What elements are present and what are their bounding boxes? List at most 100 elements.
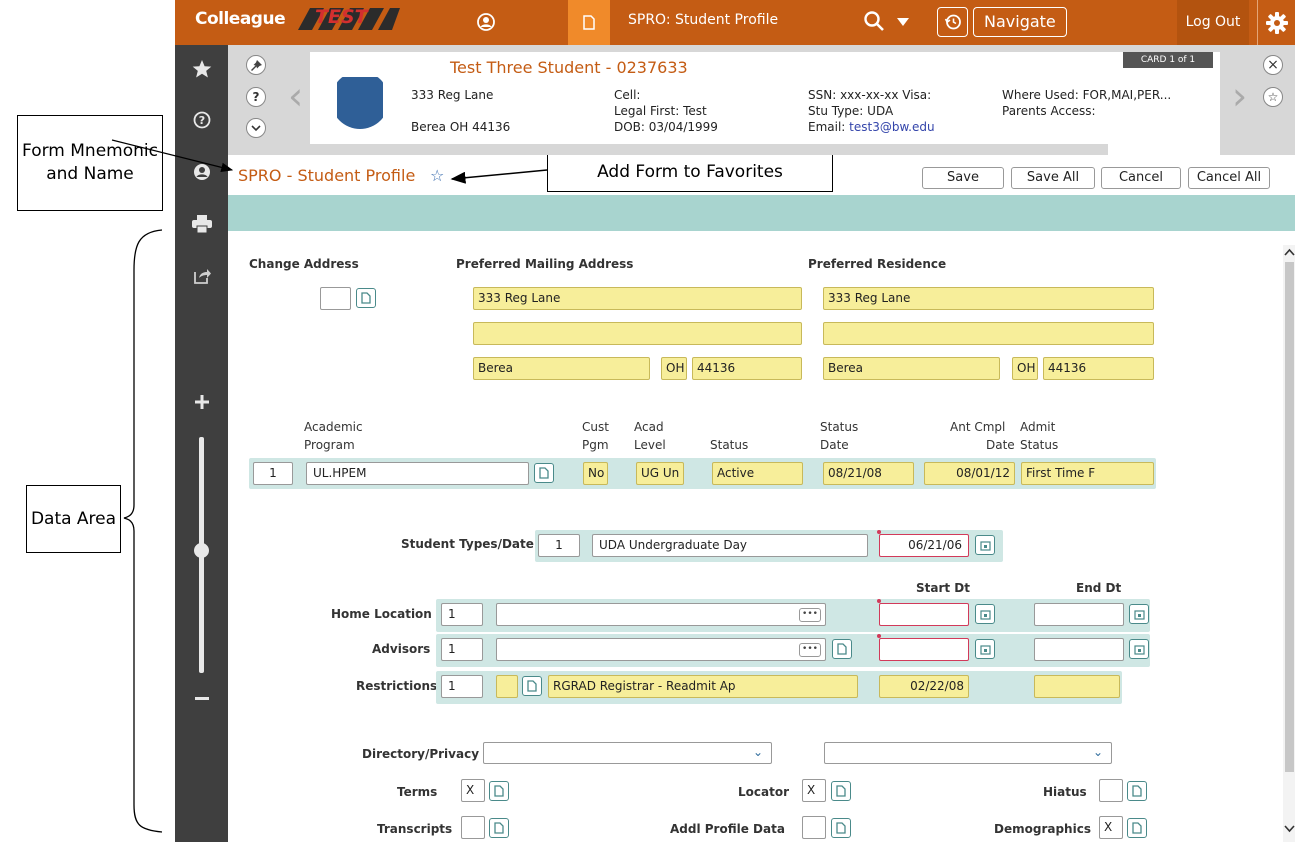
- card-favorite-button[interactable]: ☆: [1263, 87, 1283, 107]
- document-icon: [361, 292, 371, 304]
- student-types-label: Student Types/Date: [401, 537, 534, 551]
- residence-address-line1[interactable]: 333 Reg Lane: [823, 287, 1154, 310]
- residence-city[interactable]: Berea: [823, 357, 1000, 380]
- close-icon: ×: [1267, 57, 1279, 73]
- save-button[interactable]: Save: [922, 167, 1004, 189]
- card-help-button[interactable]: ?: [246, 87, 266, 107]
- advisor-end-picker[interactable]: [1129, 639, 1149, 659]
- student-types-row-number[interactable]: 1: [538, 534, 580, 557]
- calendar-icon: [1133, 644, 1145, 655]
- export-sidebar-button[interactable]: [191, 265, 213, 287]
- top-bar: Colleague TEST SPRO: Student Profile Nav…: [175, 0, 1295, 45]
- mailing-city[interactable]: Berea: [473, 357, 650, 380]
- history-button[interactable]: [937, 7, 968, 37]
- document-icon: [836, 785, 846, 797]
- advisor-detail-button[interactable]: [832, 639, 852, 659]
- mailing-zip[interactable]: 44136: [692, 357, 802, 380]
- student-type-date-input[interactable]: 06/21/06: [879, 534, 969, 557]
- hiatus-detail-button[interactable]: [1127, 781, 1147, 801]
- preferred-mailing-label: Preferred Mailing Address: [456, 257, 634, 271]
- zoom-in-button[interactable]: [191, 391, 213, 413]
- card-where-used: Where Used: FOR,MAI,PER...: [1002, 88, 1172, 102]
- card-next-chevron-icon[interactable]: ›: [1232, 74, 1247, 118]
- demographics-input[interactable]: X: [1099, 816, 1123, 839]
- home-location-end-picker[interactable]: [1129, 604, 1149, 624]
- pin-button[interactable]: [246, 55, 266, 75]
- transcripts-detail-button[interactable]: [489, 818, 509, 838]
- hdr-admit-status: Status: [1020, 438, 1059, 452]
- program-row-number[interactable]: 1: [253, 462, 293, 485]
- advisor-start-date[interactable]: [879, 638, 969, 661]
- home-location-input[interactable]: [496, 603, 826, 626]
- settings-button[interactable]: [1257, 0, 1295, 45]
- person-sidebar-button[interactable]: [191, 161, 213, 183]
- cancel-button[interactable]: Cancel: [1101, 167, 1181, 189]
- search-dropdown-chevron-icon[interactable]: [897, 18, 909, 26]
- save-all-button[interactable]: Save All: [1011, 167, 1095, 189]
- mailing-state[interactable]: OH: [661, 357, 687, 380]
- hdr-academic: Academic: [304, 420, 363, 434]
- mailing-address-line1[interactable]: 333 Reg Lane: [473, 287, 802, 310]
- scrollbar-thumb[interactable]: [1285, 262, 1294, 772]
- advisor-lookup-icon[interactable]: •••: [799, 643, 821, 657]
- help-sidebar-button[interactable]: ?: [191, 109, 213, 131]
- demographics-detail-button[interactable]: [1127, 818, 1147, 838]
- academic-program-input[interactable]: UL.HPEM: [306, 462, 529, 485]
- person-icon[interactable]: [477, 13, 495, 31]
- residence-state[interactable]: OH: [1012, 357, 1038, 380]
- print-sidebar-button[interactable]: [191, 213, 213, 235]
- document-icon: [1132, 785, 1142, 797]
- advisor-input[interactable]: [496, 638, 826, 661]
- home-location-lookup-icon[interactable]: •••: [799, 608, 821, 622]
- privacy-secondary-select[interactable]: ⌄: [824, 742, 1112, 764]
- advisors-row-number[interactable]: 1: [441, 638, 483, 661]
- cancel-all-button[interactable]: Cancel All: [1188, 167, 1270, 189]
- scroll-down-chevron-icon[interactable]: [1284, 824, 1295, 833]
- locator-input[interactable]: X: [802, 779, 826, 802]
- transcripts-input[interactable]: [461, 816, 485, 839]
- star-outline-icon: ☆: [1267, 90, 1279, 104]
- change-address-detail-button[interactable]: [356, 288, 376, 308]
- favorites-sidebar-button[interactable]: [191, 58, 213, 80]
- card-close-button[interactable]: ×: [1263, 55, 1283, 75]
- mailing-address-line2[interactable]: [473, 322, 802, 345]
- end-date-header: End Dt: [1076, 581, 1122, 595]
- home-location-end-date[interactable]: [1034, 603, 1124, 626]
- home-location-row-number[interactable]: 1: [441, 603, 483, 626]
- search-icon[interactable]: [863, 10, 885, 32]
- directory-privacy-select[interactable]: ⌄: [483, 742, 772, 764]
- card-email-link[interactable]: test3@bw.edu: [849, 120, 934, 134]
- navigate-button[interactable]: Navigate: [973, 7, 1067, 37]
- zoom-slider-handle[interactable]: [194, 543, 209, 558]
- home-location-start-picker[interactable]: [975, 604, 995, 624]
- advisor-end-date[interactable]: [1034, 638, 1124, 661]
- terms-input[interactable]: X: [461, 779, 485, 802]
- program-detail-button[interactable]: [534, 463, 554, 483]
- card-prev-chevron-icon[interactable]: ‹: [288, 74, 303, 118]
- add-favorite-star-icon[interactable]: ☆: [430, 166, 444, 185]
- form-tab-icon[interactable]: [568, 0, 610, 45]
- advisor-start-picker[interactable]: [975, 639, 995, 659]
- home-location-start-date[interactable]: [879, 603, 969, 626]
- advisors-label: Advisors: [372, 642, 431, 656]
- student-name-id: Test Three Student - 0237633: [450, 58, 688, 77]
- hiatus-input[interactable]: [1099, 779, 1123, 802]
- callout-add-favorites-text: Add Form to Favorites: [597, 161, 783, 182]
- zoom-out-button[interactable]: [191, 688, 213, 710]
- active-form-tab[interactable]: SPRO: Student Profile: [628, 12, 778, 28]
- logout-button[interactable]: Log Out: [1177, 0, 1249, 45]
- restrictions-row-number[interactable]: 1: [441, 675, 483, 698]
- restriction-detail-button[interactable]: [522, 676, 542, 696]
- addl-profile-input[interactable]: [802, 816, 826, 839]
- document-icon: [836, 822, 846, 834]
- card-expand-button[interactable]: [246, 118, 266, 138]
- locator-detail-button[interactable]: [831, 781, 851, 801]
- scroll-up-chevron-icon[interactable]: [1284, 248, 1295, 257]
- student-type-input[interactable]: UDA Undergraduate Day: [592, 534, 868, 557]
- addl-profile-detail-button[interactable]: [831, 818, 851, 838]
- change-address-input[interactable]: [320, 287, 351, 310]
- residence-zip[interactable]: 44136: [1043, 357, 1154, 380]
- student-type-date-picker[interactable]: [975, 535, 995, 555]
- terms-detail-button[interactable]: [489, 781, 509, 801]
- residence-address-line2[interactable]: [823, 322, 1154, 345]
